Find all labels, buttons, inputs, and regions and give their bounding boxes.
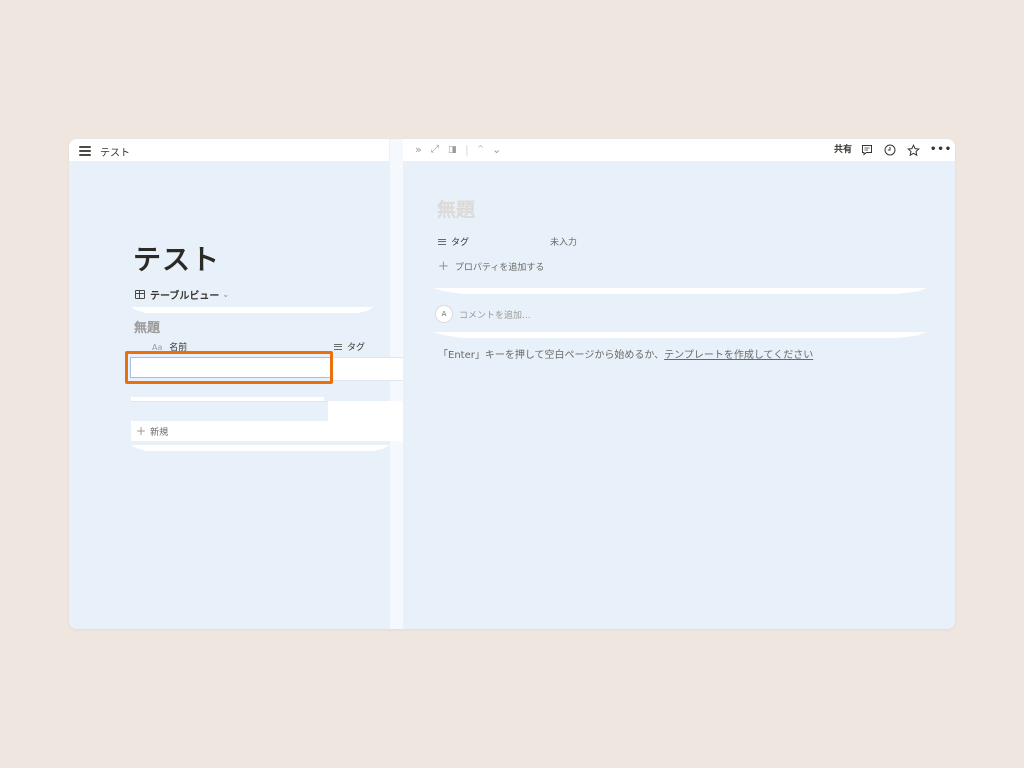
star-icon[interactable] bbox=[907, 144, 920, 161]
create-template-link[interactable]: テンプレートを作成してください bbox=[664, 350, 813, 361]
comment-input[interactable]: A コメントを追加... bbox=[435, 305, 531, 323]
plus-icon: + bbox=[136, 424, 147, 438]
double-chevron-right-icon[interactable]: » bbox=[415, 144, 422, 156]
database-pane bbox=[69, 161, 389, 629]
divider bbox=[131, 445, 389, 451]
new-row-label: 新規 bbox=[150, 427, 169, 438]
chevron-down-icon[interactable]: ⌄ bbox=[492, 144, 501, 156]
page-topbar: » ⤢ ◨ | ⌃ ⌄ 共有 ••• bbox=[403, 139, 955, 161]
property-name: タグ bbox=[451, 238, 470, 248]
column-header-tag[interactable]: タグ bbox=[334, 340, 365, 353]
more-icon[interactable]: ••• bbox=[930, 144, 952, 156]
chevron-down-icon: ⌄ bbox=[222, 290, 230, 299]
property-value[interactable]: 未入力 bbox=[550, 235, 577, 248]
view-tab-label: テーブルビュー bbox=[150, 291, 220, 302]
divider bbox=[433, 332, 927, 338]
column-header-tag-label: タグ bbox=[347, 343, 366, 353]
toolbar-separator: | bbox=[465, 143, 469, 156]
comment-placeholder: コメントを追加... bbox=[459, 310, 531, 321]
chevron-up-icon[interactable]: ⌃ bbox=[476, 144, 485, 156]
database-title[interactable]: テスト bbox=[133, 238, 220, 278]
app-window: テスト テスト テーブルビュー ⌄ 無題 Aa 名前 タグ + 新規 » ⤢ ◨… bbox=[69, 139, 955, 629]
new-row-button[interactable]: + 新規 bbox=[131, 421, 403, 441]
view-tab-table[interactable]: テーブルビュー ⌄ bbox=[135, 287, 229, 302]
divider bbox=[131, 307, 373, 313]
page-pane bbox=[403, 161, 955, 629]
menu-icon[interactable] bbox=[79, 146, 91, 156]
tag-cell[interactable] bbox=[333, 357, 403, 381]
highlight-annotation bbox=[125, 351, 333, 384]
empty-page-hint: 「Enter」キーを押して空白ページから始めるか、テンプレートを作成してください bbox=[438, 346, 813, 361]
plus-icon: + bbox=[438, 259, 449, 274]
page-title[interactable]: 無題 bbox=[437, 195, 475, 222]
window-title: テスト bbox=[100, 148, 130, 159]
divider bbox=[433, 288, 927, 294]
tag-cell-empty[interactable] bbox=[328, 401, 403, 421]
side-peek-icon[interactable]: ◨ bbox=[448, 144, 457, 156]
avatar: A bbox=[435, 305, 453, 323]
left-topbar: テスト bbox=[69, 139, 389, 161]
hint-text: 「Enter」キーを押して空白ページから始めるか、 bbox=[438, 350, 665, 361]
pane-divider[interactable] bbox=[389, 139, 404, 629]
group-title: 無題 bbox=[134, 321, 161, 336]
list-icon bbox=[334, 342, 342, 351]
list-icon bbox=[438, 237, 446, 246]
share-button[interactable]: 共有 bbox=[834, 144, 852, 156]
table-icon bbox=[135, 290, 145, 299]
expand-icon[interactable]: ⤢ bbox=[431, 144, 439, 156]
add-property-button[interactable]: + プロパティを追加する bbox=[438, 260, 544, 273]
add-property-label: プロパティを追加する bbox=[454, 263, 545, 273]
clock-icon[interactable] bbox=[884, 144, 896, 160]
comment-icon[interactable] bbox=[861, 144, 873, 160]
property-tag[interactable]: タグ bbox=[438, 235, 469, 248]
